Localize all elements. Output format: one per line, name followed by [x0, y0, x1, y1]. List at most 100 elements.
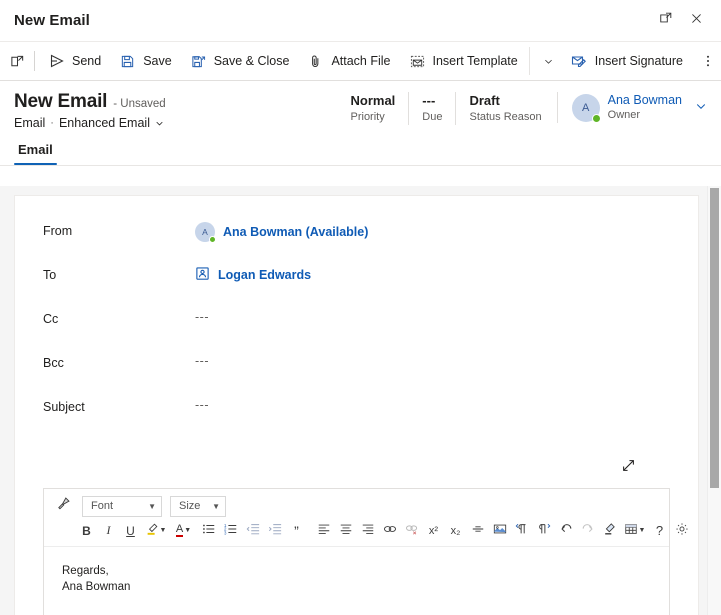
- from-value[interactable]: A Ana Bowman (Available): [195, 222, 670, 243]
- record-title-row: New Email - Unsaved: [14, 91, 166, 113]
- superscript-button[interactable]: x²: [423, 520, 444, 541]
- font-size-select[interactable]: Size ▼: [170, 495, 226, 517]
- align-center-button[interactable]: [335, 520, 356, 541]
- subscript-button[interactable]: x₂: [445, 520, 466, 541]
- clear-formatting-icon: [603, 522, 617, 539]
- editor-settings-button[interactable]: [671, 520, 692, 541]
- paperclip-icon: [307, 53, 324, 70]
- field-row-to: To Logan Edwards: [15, 266, 698, 310]
- chevron-down-icon: ▼: [212, 501, 220, 511]
- editor-toolbar: Font ▼ Size ▼ B I U ▼ A ▼ 1 2 3 ” x² x₂ …: [44, 489, 688, 547]
- popout-button[interactable]: [651, 6, 681, 36]
- presence-available-icon: [209, 236, 216, 243]
- numbered-list-button[interactable]: 1 2 3: [220, 520, 241, 541]
- bcc-value[interactable]: ---: [195, 354, 670, 368]
- save-button[interactable]: Save: [110, 45, 181, 77]
- increase-indent-button[interactable]: [264, 520, 285, 541]
- undo-icon: [559, 522, 573, 539]
- owner-name[interactable]: Ana Bowman: [608, 92, 682, 108]
- bulleted-list-button[interactable]: [198, 520, 219, 541]
- insert-image-button[interactable]: [489, 520, 510, 541]
- insert-template-icon: [409, 53, 426, 70]
- format-painter-icon: [56, 496, 71, 516]
- due-value: ---: [422, 93, 436, 108]
- close-button[interactable]: [681, 6, 711, 36]
- chevron-down-icon[interactable]: [695, 100, 707, 115]
- form-selector-label[interactable]: Enhanced Email: [59, 116, 150, 130]
- remove-link-button[interactable]: [401, 520, 422, 541]
- expand-editor-button[interactable]: [616, 456, 640, 480]
- user-avatar-icon: A: [195, 222, 216, 243]
- record-header-left: New Email - Unsaved Email · Enhanced Ema…: [14, 91, 166, 130]
- window-title: New Email: [14, 12, 90, 29]
- left-to-right-button[interactable]: [511, 520, 532, 541]
- save-and-close-icon: [190, 53, 207, 70]
- font-family-label: Font: [91, 500, 114, 512]
- redo-button[interactable]: [577, 520, 598, 541]
- subscript-glyph: x₂: [450, 524, 461, 537]
- new-email-window: New Email Send Save Save & Close Attach …: [0, 0, 721, 615]
- redo-icon: [581, 522, 595, 539]
- status-reason-label: Status Reason: [469, 111, 542, 123]
- insert-link-button[interactable]: [379, 520, 400, 541]
- help-button[interactable]: ?: [649, 520, 670, 541]
- clear-formatting-button[interactable]: [599, 520, 620, 541]
- help-glyph: ?: [655, 523, 664, 538]
- decrease-indent-button[interactable]: [242, 520, 263, 541]
- expand-diagonal-icon: [621, 458, 636, 478]
- align-right-icon: [361, 522, 375, 539]
- blockquote-button[interactable]: ”: [286, 520, 307, 541]
- insert-template-button[interactable]: Insert Template: [400, 45, 527, 77]
- owner-field[interactable]: A Ana Bowman Owner: [556, 92, 707, 123]
- insert-signature-button[interactable]: Insert Signature: [562, 45, 692, 77]
- chevron-down-icon: [540, 53, 557, 70]
- form-scroll-area: From A Ana Bowman (Available) To Logan E…: [0, 186, 721, 615]
- record-header: New Email - Unsaved Email · Enhanced Ema…: [0, 81, 721, 130]
- to-value[interactable]: Logan Edwards: [195, 266, 670, 284]
- undo-button[interactable]: [555, 520, 576, 541]
- image-icon: [493, 522, 507, 539]
- align-right-button[interactable]: [357, 520, 378, 541]
- from-person-pill[interactable]: A Ana Bowman (Available): [195, 222, 368, 243]
- highlight-color-button[interactable]: ▼: [142, 520, 169, 541]
- tab-strip: Email: [0, 130, 721, 166]
- tab-email[interactable]: Email: [14, 142, 57, 165]
- subject-value[interactable]: ---: [195, 398, 670, 412]
- new-record-button[interactable]: [4, 45, 30, 77]
- from-label: From: [43, 224, 73, 238]
- to-contact-name: Logan Edwards: [218, 268, 312, 282]
- rtl-icon: [537, 522, 551, 539]
- bcc-empty-value: ---: [195, 354, 209, 368]
- italic-button[interactable]: I: [98, 520, 119, 541]
- right-to-left-button[interactable]: [533, 520, 554, 541]
- align-left-icon: [317, 522, 331, 539]
- send-button[interactable]: Send: [39, 45, 110, 77]
- strikethrough-button[interactable]: [467, 520, 488, 541]
- scrollbar-thumb[interactable]: [710, 188, 719, 488]
- body-line-2: Ana Bowman: [62, 581, 131, 593]
- insert-table-button[interactable]: ▼: [621, 520, 648, 541]
- record-subtitle-row: Email · Enhanced Email: [14, 116, 166, 130]
- priority-value: Normal: [350, 93, 396, 108]
- chevron-down-icon[interactable]: [155, 119, 164, 130]
- cc-value[interactable]: ---: [195, 310, 670, 324]
- save-label: Save: [143, 54, 172, 68]
- underline-button[interactable]: U: [120, 520, 141, 541]
- entity-name: Email: [14, 116, 46, 130]
- font-family-select[interactable]: Font ▼: [82, 495, 162, 517]
- cc-label: Cc: [43, 312, 59, 326]
- vertical-scrollbar[interactable]: [707, 186, 721, 615]
- font-color-button[interactable]: A ▼: [170, 520, 197, 541]
- chevron-down-icon: ▼: [184, 527, 192, 534]
- align-left-button[interactable]: [313, 520, 334, 541]
- insert-template-dropdown[interactable]: [536, 45, 562, 77]
- bold-button[interactable]: B: [76, 520, 97, 541]
- chevron-down-icon: ▼: [638, 527, 646, 534]
- email-body-content[interactable]: Regards, Ana Bowman: [44, 547, 669, 615]
- format-painter-button[interactable]: [52, 495, 74, 517]
- priority-stat: Normal Priority: [338, 92, 409, 125]
- more-commands-button[interactable]: [695, 45, 721, 77]
- save-and-close-button[interactable]: Save & Close: [181, 45, 299, 77]
- attach-file-button[interactable]: Attach File: [298, 45, 399, 77]
- to-contact-pill[interactable]: Logan Edwards: [195, 266, 311, 284]
